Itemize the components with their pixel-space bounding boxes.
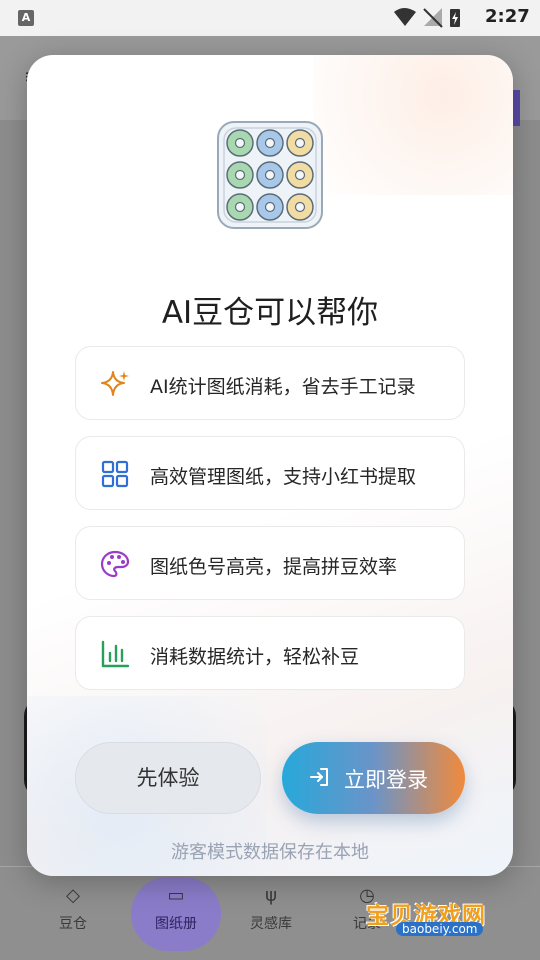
login-label: 立即登录 [344,768,428,792]
app-logo [217,121,323,229]
book-icon: ▭ [167,885,185,906]
bar-chart-icon [101,640,130,668]
palette-icon [100,550,130,578]
grid-icon [101,460,129,488]
feature-text: 图纸色号高亮，提高拼豆效率 [150,556,398,578]
inspiration-icon: ψ [265,885,277,906]
nav-label: 豆仓 [59,916,87,932]
nav-item-patterns[interactable]: ▭ 图纸册 [131,877,221,951]
nav-item-beans[interactable]: ◇ 豆仓 [28,885,118,933]
nav-item-inspiration[interactable]: ψ 灵感库 [226,885,316,933]
cube-icon: ◇ [66,885,80,906]
feature-card-ai-stats: AI统计图纸消耗，省去手工记录 [75,346,465,420]
feature-text: 消耗数据统计，轻松补豆 [150,646,360,668]
login-prompt-dialog: AI豆仓可以帮你 AI统计图纸消耗，省去手工记录 高效管理图纸，支持小红书提取 … [27,55,513,876]
feature-card-manage: 高效管理图纸，支持小红书提取 [75,436,465,510]
no-signal-icon [423,8,443,28]
status-bar: A 2:27 [0,0,540,36]
status-time: 2:27 [485,6,530,27]
feature-card-highlight: 图纸色号高亮，提高拼豆效率 [75,526,465,600]
feature-text: AI统计图纸消耗，省去手工记录 [150,376,416,398]
try-first-button[interactable]: 先体验 [75,742,261,814]
login-now-button[interactable]: 立即登录 [282,742,465,814]
feature-text: 高效管理图纸，支持小红书提取 [150,466,417,488]
status-icons [394,8,460,28]
nav-label: 灵感库 [250,916,292,932]
guest-mode-note: 游客模式数据保存在本地 [171,842,369,863]
login-icon [310,768,328,786]
feature-card-consumption: 消耗数据统计，轻松补豆 [75,616,465,690]
wifi-icon [394,8,416,26]
site-watermark: 宝贝游戏网 baobeiy.com [366,896,516,942]
dialog-title: AI豆仓可以帮你 [161,295,379,331]
sparkle-icon [101,371,129,396]
nav-label: 图纸册 [155,916,197,932]
battery-icon [450,9,460,27]
app-notification-icon: A [18,10,34,26]
watermark-url: baobeiy.com [396,922,484,936]
